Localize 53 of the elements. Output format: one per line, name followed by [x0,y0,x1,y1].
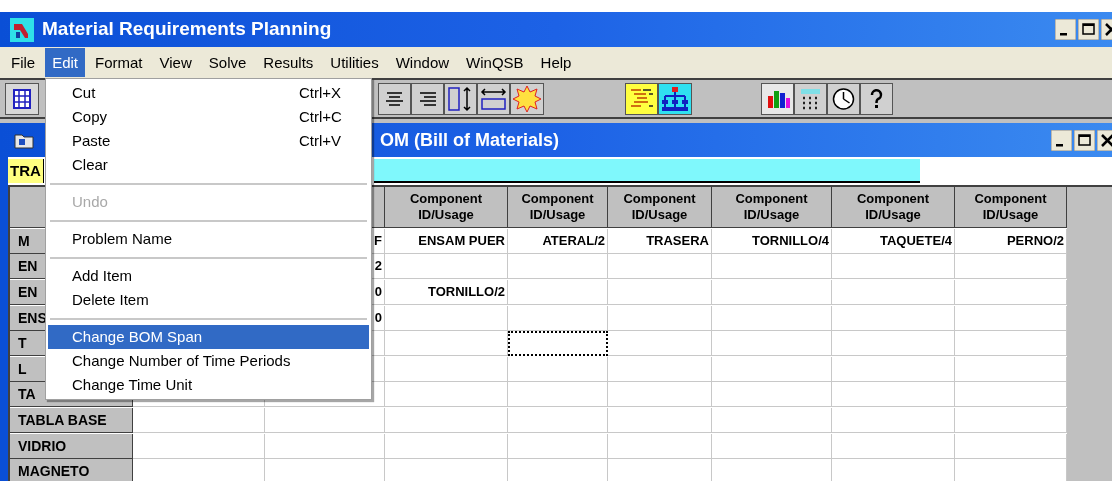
menu-item[interactable]: Solve [201,48,254,77]
column-header: Component ID/Usage [955,187,1067,228]
menu-item[interactable]: File [4,48,43,77]
app-icon [10,17,34,42]
table-cell[interactable]: TRASERA [608,228,712,254]
table-cell[interactable] [508,331,608,357]
menu-option[interactable]: Change BOM Span [48,325,369,349]
tree-icon[interactable] [658,82,692,115]
maximize-icon[interactable] [1074,129,1095,151]
table-cell[interactable]: TAQUETE/4 [832,228,955,254]
column-header: Component ID/Usage [832,187,955,228]
menu-item[interactable]: Help [533,48,579,77]
menu-item[interactable]: Utilities [323,48,386,77]
row-header: VIDRIO [10,433,133,459]
column-header: Component ID/Usage [712,187,832,228]
close-icon[interactable] [1097,129,1112,151]
row-height-icon[interactable] [444,82,477,115]
maximize-icon[interactable] [1078,19,1099,40]
window-title: Material Requirements Planning [42,17,332,42]
minimize-icon[interactable] [1051,129,1072,151]
align-right-icon[interactable] [411,82,444,115]
menu-item[interactable]: Format [88,48,150,77]
grid-icon[interactable] [5,82,39,115]
table-cell[interactable]: TORNILLO/2 [385,279,508,305]
menu-item[interactable]: Results [256,48,321,77]
row-header: TABLA BASE [10,408,133,434]
cell-editor-field[interactable] [374,159,920,183]
clock-icon[interactable] [827,82,860,115]
row-header: MAGNETO [10,459,133,481]
menu-option[interactable]: Cut Ctrl+X [48,81,369,105]
help-icon[interactable] [860,82,893,115]
menu-item[interactable]: Edit [45,48,86,77]
menu-option[interactable]: Clear [48,153,369,177]
child-window-title: OM (Bill of Materials) [380,128,559,152]
cell-label: TRA [8,159,44,183]
bar-chart-icon[interactable] [761,82,794,115]
menu-item[interactable]: WinQSB [459,48,531,77]
menu-item[interactable]: View [152,48,199,77]
table-cell[interactable]: TORNILLO/4 [712,228,832,254]
column-header: Component ID/Usage [385,187,508,228]
table-cell[interactable]: ENSAM PUER [385,228,508,254]
minimize-icon[interactable] [1055,19,1076,40]
menu-option[interactable]: Copy Ctrl+C [48,105,369,129]
explosion-icon[interactable] [510,82,544,115]
list-icon[interactable] [625,82,658,115]
align-center-icon[interactable] [378,82,411,115]
menu-item[interactable]: Window [388,48,457,77]
menu-option[interactable]: Paste Ctrl+V [48,129,369,153]
column-header: Component ID/Usage [508,187,608,228]
table-cell[interactable]: ATERAL/2 [508,228,608,254]
calculator-icon[interactable] [794,82,827,115]
column-width-icon[interactable] [477,82,510,115]
column-header: Component ID/Usage [608,187,712,228]
